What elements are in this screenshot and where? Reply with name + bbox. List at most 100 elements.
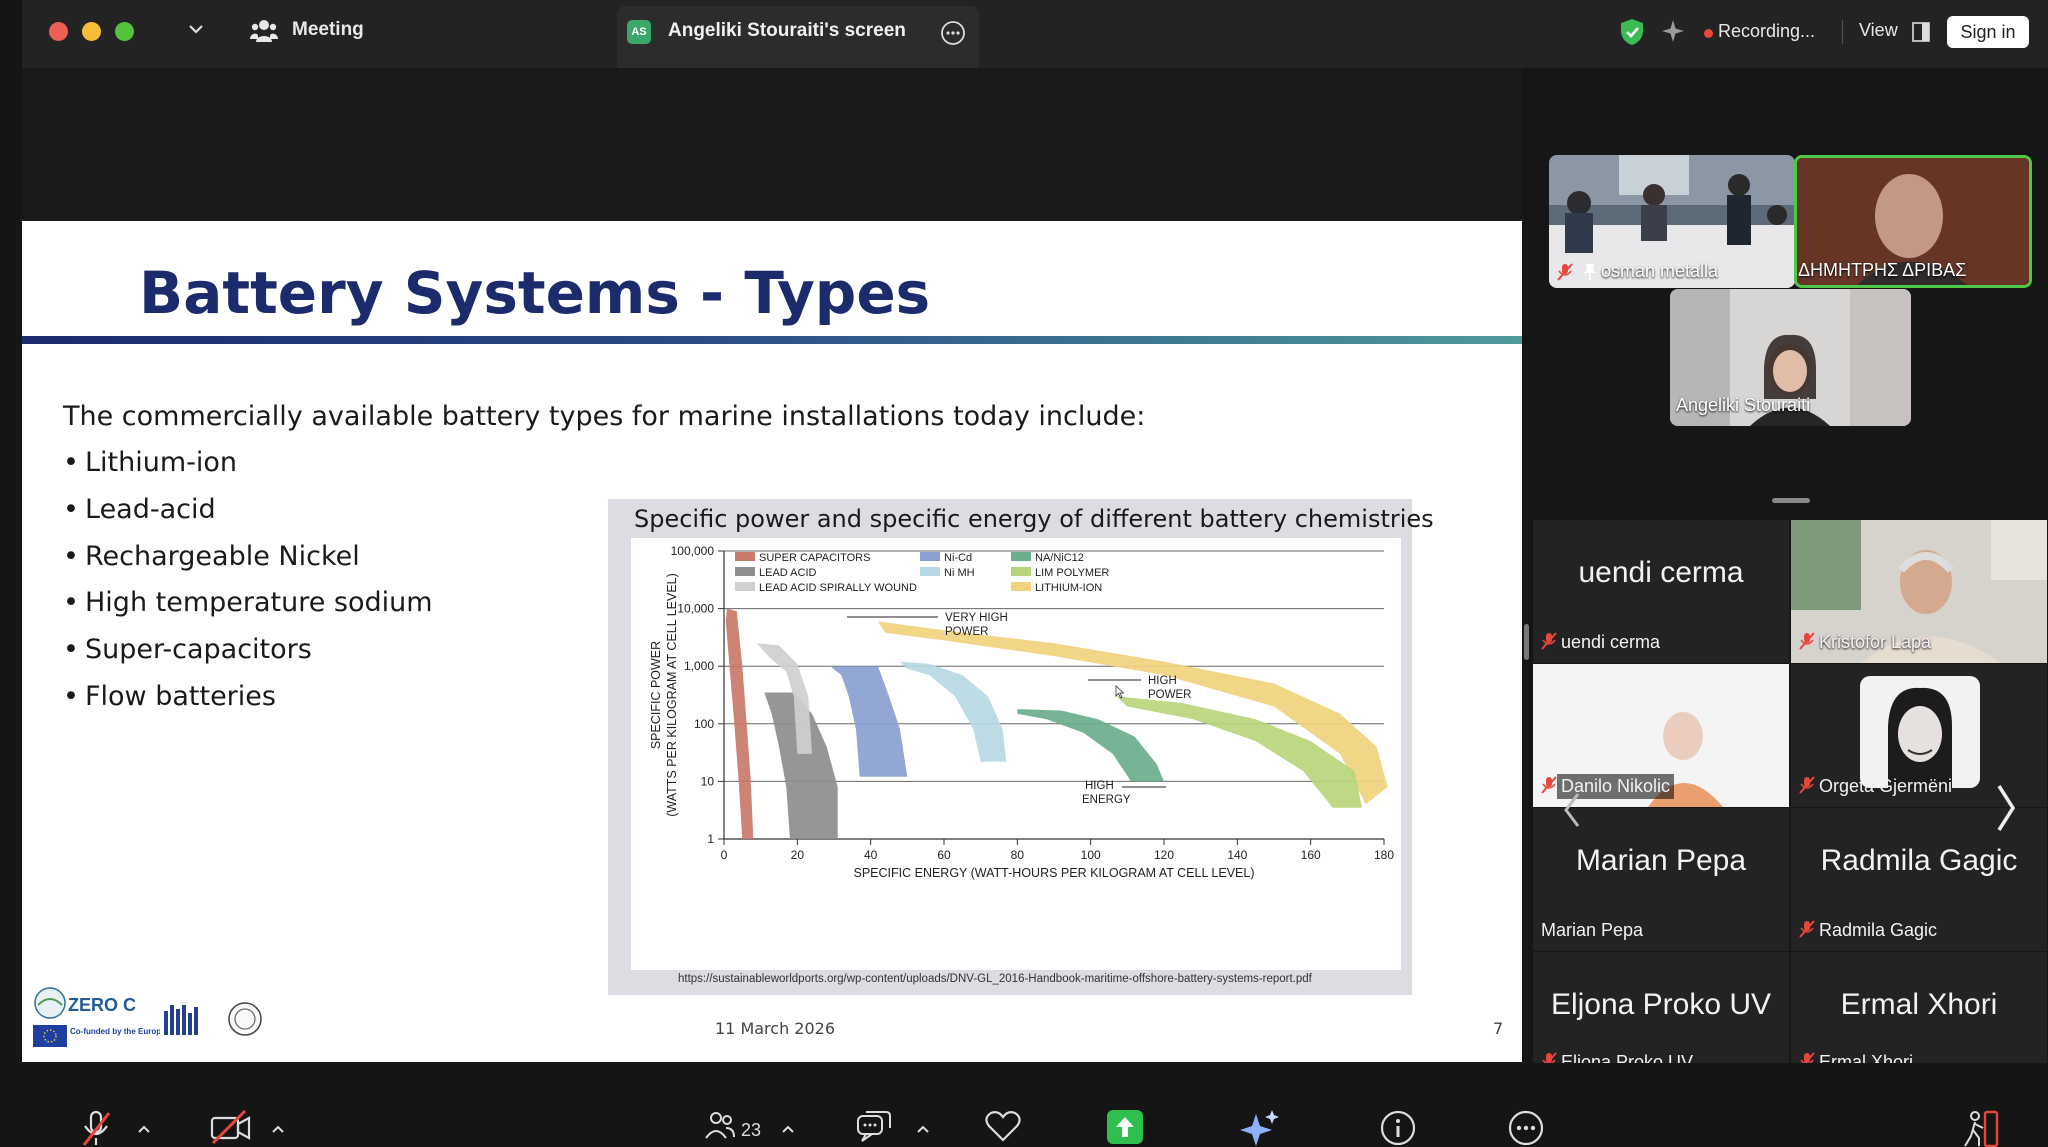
muted-mic-icon bbox=[1557, 263, 1573, 281]
participant-display-name: Marian Pepa bbox=[1575, 844, 1747, 877]
list-item: • Lithium-ion bbox=[63, 447, 238, 478]
legend-label: LIM POLYMER bbox=[1035, 567, 1109, 579]
screen-share-tab[interactable]: AS Angeliki Stouraiti's screen bbox=[617, 6, 979, 68]
gallery-tile[interactable]: Danilo Nikolic bbox=[1533, 664, 1789, 807]
video-off-icon[interactable] bbox=[210, 1110, 252, 1144]
y-tick-label: 1 bbox=[707, 832, 714, 846]
series-ni-cd bbox=[830, 666, 908, 777]
pin-icon bbox=[1584, 264, 1596, 280]
legend-swatch bbox=[1011, 582, 1031, 591]
ai-companion-sparkle-icon[interactable] bbox=[1240, 1110, 1280, 1146]
sign-in-button[interactable]: Sign in bbox=[1947, 16, 2029, 48]
x-tick-label: 40 bbox=[864, 848, 878, 862]
x-axis-label: SPECIFIC ENERGY (WATT-HOURS PER KILOGRAM… bbox=[853, 866, 1254, 880]
info-icon[interactable] bbox=[1380, 1110, 1416, 1146]
gallery-tile[interactable]: uendi cerma uendi cerma bbox=[1533, 520, 1789, 663]
chart-panel: 1 10 100 1,000 10,000 100,000 0 20 40 60 80 100 120 1… bbox=[631, 538, 1401, 970]
x-tick-label: 60 bbox=[937, 848, 951, 862]
audio-options-caret-icon[interactable] bbox=[137, 1124, 151, 1134]
legend-label: LITHIUM-ION bbox=[1035, 582, 1102, 594]
eu-flag-icon bbox=[33, 1025, 67, 1047]
slide-date: 11 March 2026 bbox=[715, 1019, 836, 1038]
participants-count[interactable]: 23 bbox=[741, 1120, 761, 1141]
panel-resize-handle[interactable] bbox=[1772, 498, 1810, 503]
participant-name: Angeliki Stouraiti bbox=[1676, 395, 1811, 415]
muted-mic-icon bbox=[1799, 920, 1815, 938]
muted-mic-icon bbox=[1799, 776, 1815, 794]
legend-label: LEAD ACID SPIRALLY WOUND bbox=[759, 582, 917, 594]
annotation-label: VERY HIGH bbox=[945, 612, 1008, 624]
legend-label: SUPER CAPACITORS bbox=[759, 552, 870, 564]
video-tile-angeliki-stouraiti[interactable]: Angeliki Stouraiti bbox=[1670, 289, 1911, 426]
list-item: • Rechargeable Nickel bbox=[63, 540, 360, 572]
legend-label: NA/NiC12 bbox=[1035, 552, 1084, 564]
x-tick-label: 80 bbox=[1011, 848, 1025, 862]
annotation-label: POWER bbox=[1148, 689, 1191, 701]
x-tick-label: 20 bbox=[791, 848, 805, 862]
video-tile-active-speaker[interactable]: ΔΗΜΗΤΡΗΣ ΔΡΙΒΑΣ bbox=[1794, 155, 2032, 288]
more-options-icon[interactable] bbox=[940, 20, 966, 46]
security-shield-icon[interactable] bbox=[1619, 18, 1645, 46]
maximize-window-button[interactable] bbox=[115, 22, 134, 41]
zeroc-logo-text: ZERO C bbox=[68, 995, 136, 1015]
participant-display-name: Radmila Gagic bbox=[1820, 844, 2018, 877]
legend-swatch bbox=[920, 567, 940, 576]
video-tile-osman-metalla[interactable]: osman metalla bbox=[1549, 155, 1795, 288]
screen-share-label: Angeliki Stouraiti's screen bbox=[668, 20, 906, 41]
participant-name: Marian Pepa bbox=[1541, 920, 1644, 940]
gallery-prev-arrow-icon[interactable] bbox=[1560, 790, 1584, 830]
presenter-avatar: AS bbox=[627, 20, 651, 44]
view-menu-button[interactable]: View bbox=[1859, 20, 1898, 41]
minimize-window-button[interactable] bbox=[82, 22, 101, 41]
view-layout-icon[interactable] bbox=[1912, 22, 1930, 42]
more-icon[interactable] bbox=[1508, 1110, 1544, 1146]
list-item: • Flow batteries bbox=[63, 680, 276, 712]
x-tick-label: 160 bbox=[1301, 848, 1321, 862]
leave-meeting-icon[interactable] bbox=[1963, 1110, 1999, 1147]
battery-chart-figure: Specific power and specific energy of di… bbox=[608, 499, 1434, 995]
ai-companion-icon[interactable] bbox=[1660, 18, 1686, 44]
y-tick-label: 10 bbox=[701, 774, 715, 788]
meeting-label[interactable]: Meeting bbox=[292, 19, 364, 41]
participants-options-caret-icon[interactable] bbox=[781, 1124, 795, 1134]
video-options-caret-icon[interactable] bbox=[271, 1124, 285, 1134]
participants-icon[interactable] bbox=[704, 1110, 736, 1142]
reactions-heart-icon[interactable] bbox=[984, 1110, 1022, 1142]
muted-mic-icon bbox=[1799, 632, 1815, 650]
mic-muted-icon[interactable] bbox=[80, 1110, 112, 1147]
x-tick-label: 100 bbox=[1081, 848, 1101, 862]
recording-status[interactable]: Recording... bbox=[1718, 21, 1815, 42]
muted-mic-icon bbox=[1541, 632, 1557, 650]
legend-swatch bbox=[735, 567, 755, 576]
x-tick-label: 140 bbox=[1227, 848, 1247, 862]
annotation-label: HIGH bbox=[1148, 675, 1177, 687]
y-tick-label: 10,000 bbox=[677, 602, 714, 616]
participant-name: Kristofor Lapa bbox=[1819, 632, 1932, 652]
y-tick-label: 100 bbox=[694, 717, 714, 731]
legend-label: LEAD ACID bbox=[759, 567, 817, 579]
participant-name: Orgeta Gjermëni bbox=[1819, 776, 1953, 796]
ragone-chart: 1 10 100 1,000 10,000 100,000 0 20 40 60 80 100 120 1… bbox=[649, 544, 1394, 880]
splitter-handle[interactable] bbox=[1524, 624, 1529, 660]
participant-name: ΔΗΜΗΤΡΗΣ ΔΡΙΒΑΣ bbox=[1798, 260, 1967, 280]
list-item: • Lead-acid bbox=[63, 493, 216, 525]
slide-title: Battery Systems - Types bbox=[139, 259, 931, 327]
series-na-nic12 bbox=[1017, 709, 1164, 782]
participant-display-name: Eljona Proko UV bbox=[1550, 988, 1772, 1021]
meeting-people-icon[interactable] bbox=[250, 17, 278, 43]
title-underline bbox=[22, 336, 1522, 344]
close-window-button[interactable] bbox=[49, 22, 68, 41]
chat-icon[interactable] bbox=[856, 1110, 892, 1144]
participant-display-name: Ermal Xhori bbox=[1840, 988, 1998, 1021]
legend-swatch bbox=[735, 552, 755, 561]
figure-title: Specific power and specific energy of di… bbox=[634, 505, 1434, 533]
gallery-tile[interactable]: Kristofor Lapa bbox=[1791, 520, 2047, 663]
participant-display-name: uendi cerma bbox=[1578, 556, 1744, 589]
chat-options-caret-icon[interactable] bbox=[916, 1124, 930, 1134]
legend-swatch bbox=[1011, 552, 1031, 561]
gallery-next-arrow-icon[interactable] bbox=[1993, 782, 2017, 834]
list-item: • Super-capacitors bbox=[63, 634, 312, 666]
chevron-down-icon[interactable] bbox=[186, 19, 206, 39]
y-axis-label: SPECIFIC POWER bbox=[649, 641, 663, 749]
share-screen-icon[interactable] bbox=[1107, 1110, 1143, 1144]
